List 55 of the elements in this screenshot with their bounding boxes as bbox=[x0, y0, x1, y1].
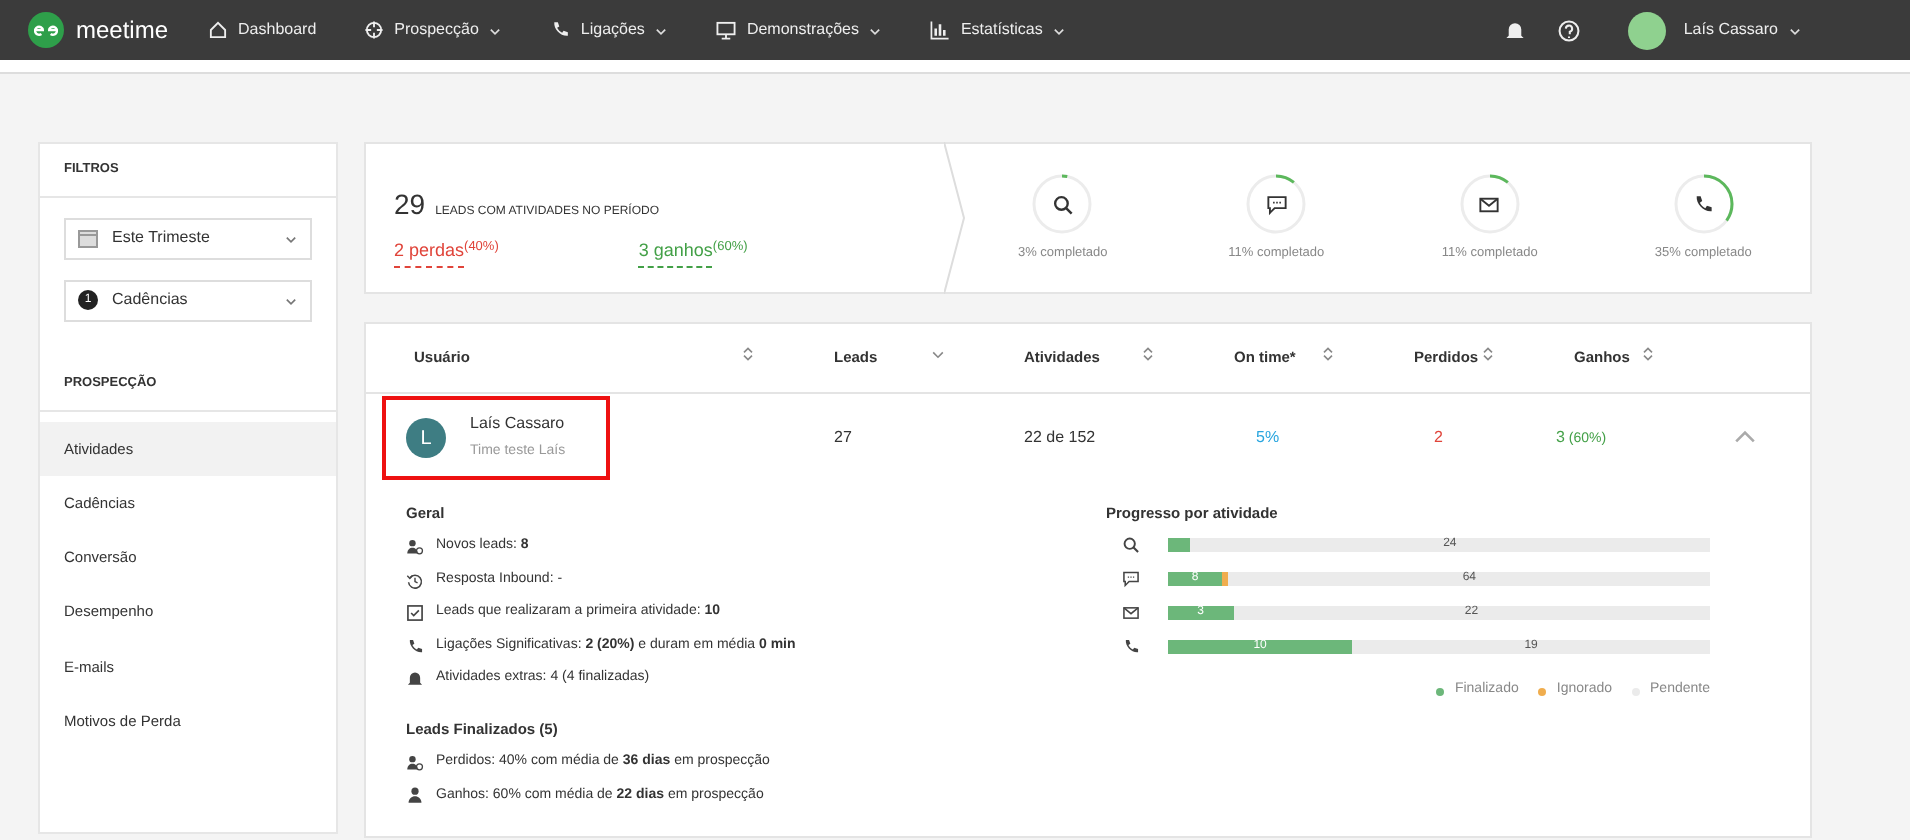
sort-icon[interactable] bbox=[1640, 346, 1656, 363]
monitor-icon bbox=[716, 20, 737, 40]
logo-icon bbox=[28, 12, 64, 48]
user-name: Laís Cassaro bbox=[470, 412, 566, 437]
phone-icon bbox=[1692, 193, 1715, 215]
bar-chart-icon bbox=[930, 20, 951, 40]
legend-dot bbox=[1538, 687, 1547, 695]
nav-menu-item[interactable]: Estatísticas bbox=[930, 18, 1067, 42]
filter-select[interactable]: Este Trimeste bbox=[64, 217, 312, 260]
sort-icon[interactable] bbox=[1140, 346, 1156, 363]
envelope-icon bbox=[1478, 193, 1501, 215]
nav-menu-item[interactable]: Dashboard bbox=[208, 18, 317, 42]
help-icon[interactable] bbox=[1557, 19, 1580, 41]
lost-link[interactable]: 2 perdas bbox=[394, 238, 465, 267]
caret-icon bbox=[284, 293, 298, 308]
checkbox-icon bbox=[406, 604, 424, 622]
on-time-value: 5% bbox=[1254, 426, 1282, 450]
caret-icon bbox=[284, 231, 298, 246]
table-cell-text: 27 bbox=[832, 426, 854, 450]
search-icon bbox=[1051, 193, 1074, 215]
avatar-circle bbox=[1627, 11, 1666, 49]
legend-dot bbox=[1436, 687, 1445, 695]
nav-menu-item[interactable]: Prospecção bbox=[364, 18, 503, 42]
chat-bubble-icon bbox=[1265, 193, 1288, 215]
avatar-circle: L bbox=[406, 418, 446, 458]
lost-link[interactable]: 2 bbox=[1434, 428, 1443, 446]
home-icon bbox=[208, 20, 229, 40]
bell-icon bbox=[406, 670, 424, 688]
calendar-icon bbox=[78, 228, 98, 249]
progress-ring bbox=[1244, 172, 1309, 236]
phone-icon bbox=[550, 20, 571, 40]
logo-text: meetime bbox=[76, 14, 169, 48]
user-plus-icon bbox=[406, 753, 424, 772]
user-menu[interactable]: Laís Cassaro bbox=[1627, 11, 1802, 49]
bell-icon bbox=[1503, 19, 1526, 41]
envelope-icon bbox=[1122, 604, 1140, 623]
nav-menu-item[interactable]: Ligações bbox=[550, 18, 669, 42]
history-icon bbox=[406, 571, 424, 589]
chat-bubble-icon bbox=[1122, 570, 1140, 589]
progress-ring bbox=[1030, 172, 1095, 236]
phone-icon bbox=[406, 637, 424, 655]
sort-icon[interactable] bbox=[1320, 346, 1336, 363]
nav-menu-item[interactable]: Demonstrações bbox=[716, 18, 883, 42]
user-icon bbox=[406, 786, 424, 805]
total-count: 29 bbox=[394, 186, 426, 224]
sort-descending-icon[interactable] bbox=[930, 346, 946, 363]
crosshair-icon bbox=[364, 20, 385, 40]
sort-icon[interactable] bbox=[1480, 346, 1496, 363]
phone-icon bbox=[1122, 638, 1140, 657]
table-cell-text: 22 de 152 bbox=[1022, 426, 1098, 450]
search-icon bbox=[1122, 536, 1140, 555]
caret-icon bbox=[1788, 23, 1802, 37]
sort-icon[interactable] bbox=[740, 346, 756, 363]
user-plus-icon bbox=[406, 538, 424, 556]
progress-ring bbox=[1457, 172, 1522, 236]
